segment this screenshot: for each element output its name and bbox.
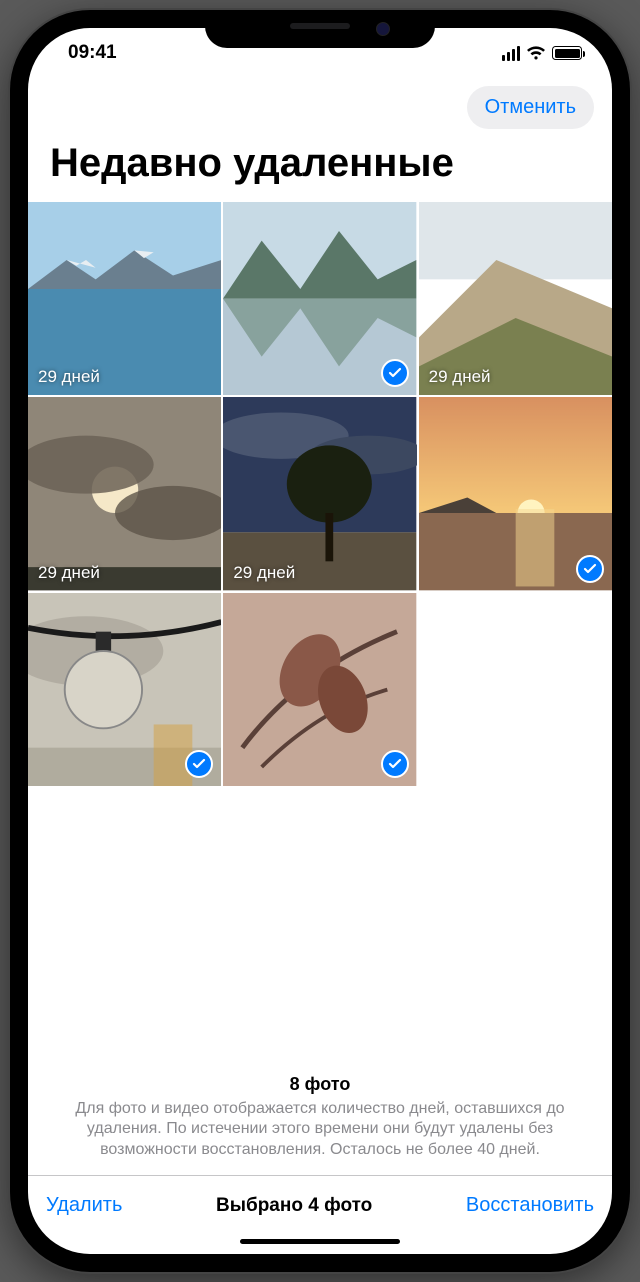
photo-grid: 29 дней 29 дней [28, 202, 612, 786]
photo-thumbnail[interactable] [419, 397, 612, 590]
summary-note: Для фото и видео отображается количество… [58, 1099, 582, 1161]
nav-bar: Отменить [28, 78, 612, 141]
selected-check-icon [381, 750, 409, 778]
home-indicator[interactable] [240, 1239, 400, 1244]
selected-count-label: Выбрано 4 фото [126, 1195, 462, 1217]
speaker-grille [290, 23, 350, 29]
days-label: 29 дней [429, 367, 491, 387]
photo-thumbnail[interactable] [223, 593, 416, 786]
photo-thumbnail[interactable]: 29 дней [28, 202, 221, 395]
photo-thumbnail[interactable] [223, 202, 416, 395]
photo-thumbnail[interactable]: 29 дней [419, 202, 612, 395]
bottom-toolbar: Удалить Выбрано 4 фото Восстановить [28, 1175, 612, 1231]
page-title: Недавно удаленные [28, 141, 612, 202]
cellular-signal-icon [502, 46, 521, 61]
photo-count: 8 фото [58, 1074, 582, 1095]
delete-button[interactable]: Удалить [42, 1190, 126, 1221]
cancel-button[interactable]: Отменить [467, 86, 594, 129]
photo-thumbnail[interactable] [28, 593, 221, 786]
status-time: 09:41 [68, 42, 117, 64]
selected-check-icon [576, 555, 604, 583]
recover-button[interactable]: Восстановить [462, 1190, 598, 1221]
days-label: 29 дней [38, 563, 100, 583]
photo-thumbnail[interactable]: 29 дней [223, 397, 416, 590]
summary-block: 8 фото Для фото и видео отображается кол… [28, 1074, 612, 1175]
wifi-icon [526, 45, 546, 61]
photo-thumbnail[interactable]: 29 дней [28, 397, 221, 590]
status-icons [502, 45, 583, 61]
front-camera [376, 22, 390, 36]
battery-icon [552, 46, 582, 60]
screen: 09:41 Отменить Недавно удаленные [28, 28, 612, 1254]
days-label: 29 дней [233, 563, 295, 583]
device-frame: 09:41 Отменить Недавно удаленные [10, 10, 630, 1272]
selected-check-icon [381, 359, 409, 387]
days-label: 29 дней [38, 367, 100, 387]
notch [205, 10, 435, 48]
